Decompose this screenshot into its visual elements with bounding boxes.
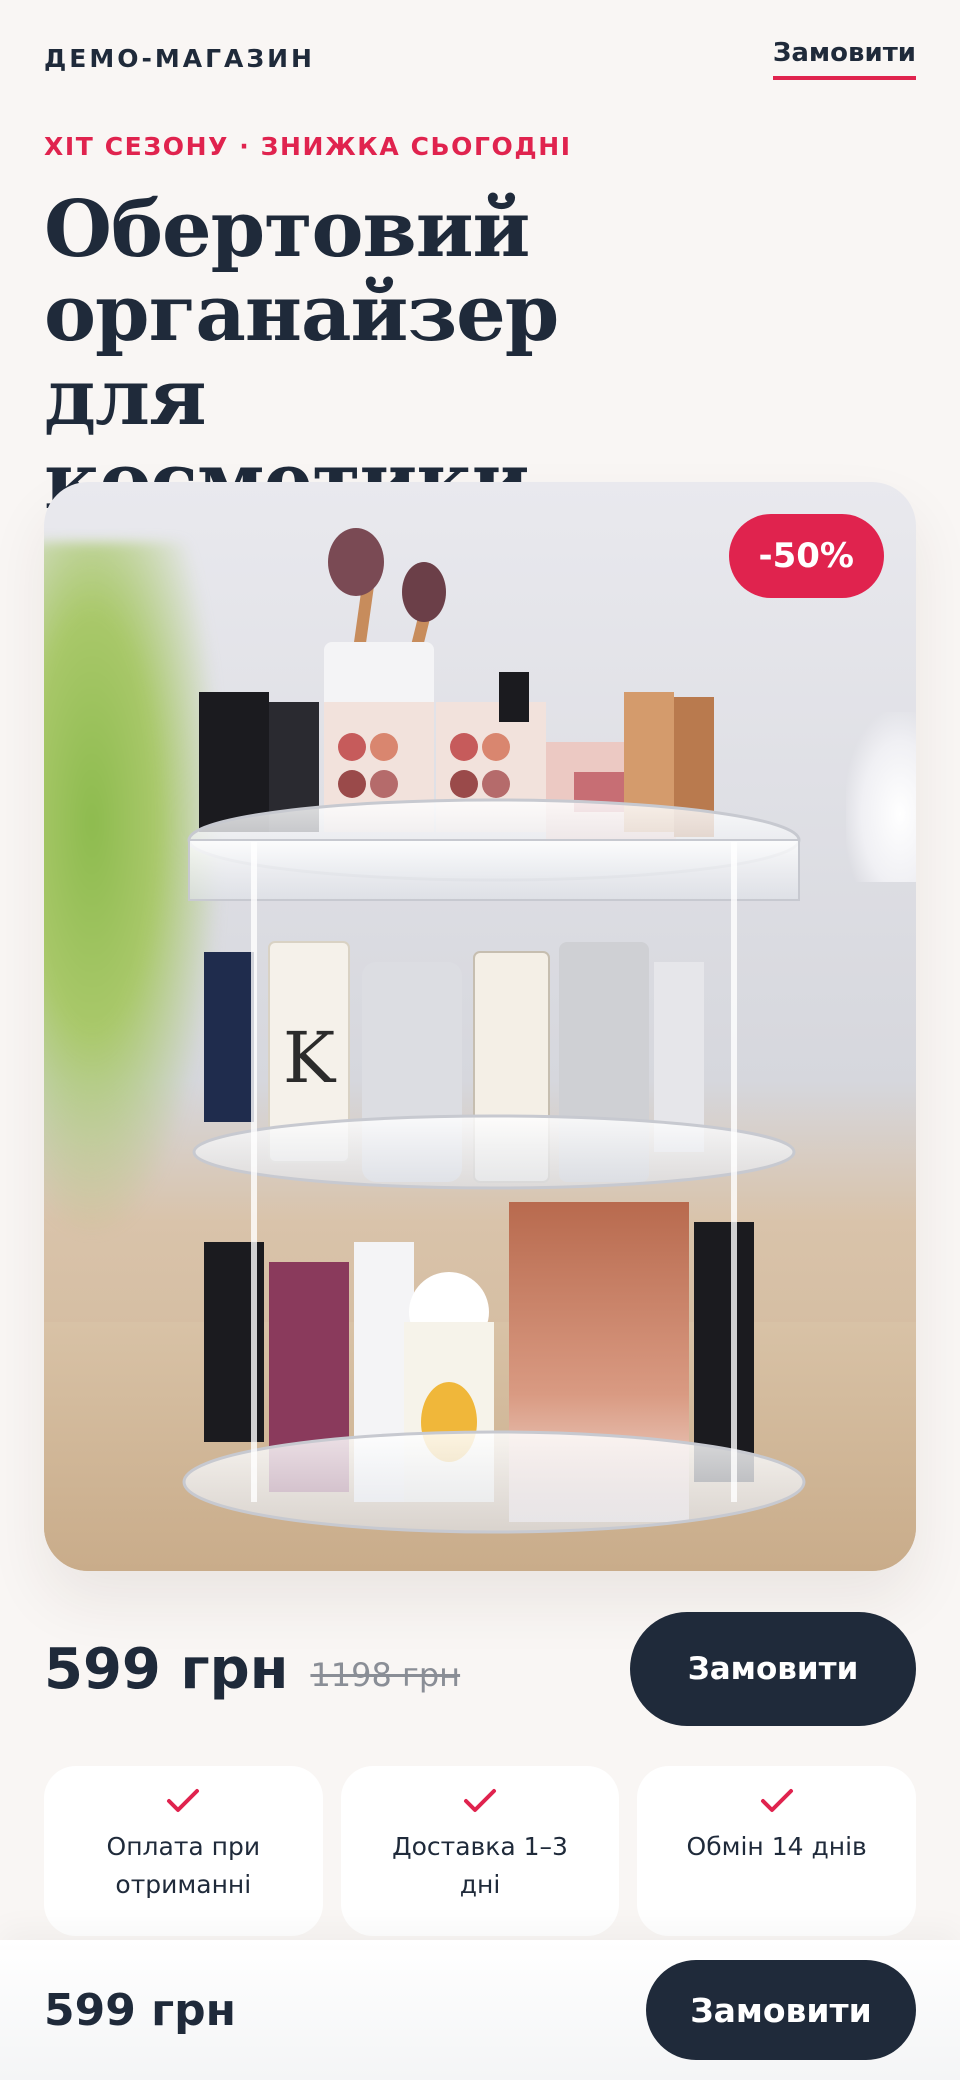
- old-price: 1198 грн: [310, 1656, 461, 1694]
- current-price: 599 грн: [44, 1636, 289, 1702]
- site-header: ДЕМО-МАГАЗИН Замовити: [44, 38, 916, 86]
- brand-logo[interactable]: ДЕМО-МАГАЗИН: [44, 44, 315, 73]
- promo-tagline: ХІТ СЕЗОНУ · ЗНИЖКА СЬОГОДНІ: [44, 132, 572, 161]
- feature-card-payment: Оплата при отриманні: [44, 1766, 323, 1936]
- organizer-illustration: K: [182, 528, 806, 1534]
- product-image: K -50%: [44, 482, 916, 1571]
- feature-list: Оплата при отриманні Доставка 1–3 дні Об…: [44, 1766, 917, 1936]
- check-icon: [167, 1789, 200, 1812]
- order-button[interactable]: Замовити: [630, 1612, 916, 1726]
- feature-label: Доставка 1–3 дні: [392, 1832, 568, 1899]
- sticky-order-button[interactable]: Замовити: [646, 1960, 916, 2060]
- check-icon: [760, 1789, 793, 1812]
- feature-label: Оплата при отриманні: [106, 1832, 261, 1899]
- feature-card-exchange: Обмін 14 днів: [637, 1766, 917, 1936]
- background-lamp: [846, 712, 916, 882]
- sticky-order-bar: 599 грн Замовити: [0, 1940, 960, 2080]
- check-icon: [464, 1789, 496, 1812]
- header-order-link[interactable]: Замовити: [772, 38, 916, 80]
- svg-text:K: K: [283, 1017, 337, 1099]
- feature-card-delivery: Доставка 1–3 дні: [340, 1766, 620, 1936]
- discount-badge: -50%: [728, 514, 884, 598]
- price-row: 599 грн 1198 грн Замовити: [44, 1612, 916, 1726]
- feature-label: Обмін 14 днів: [686, 1832, 867, 1861]
- sticky-price: 599 грн: [44, 1984, 237, 2036]
